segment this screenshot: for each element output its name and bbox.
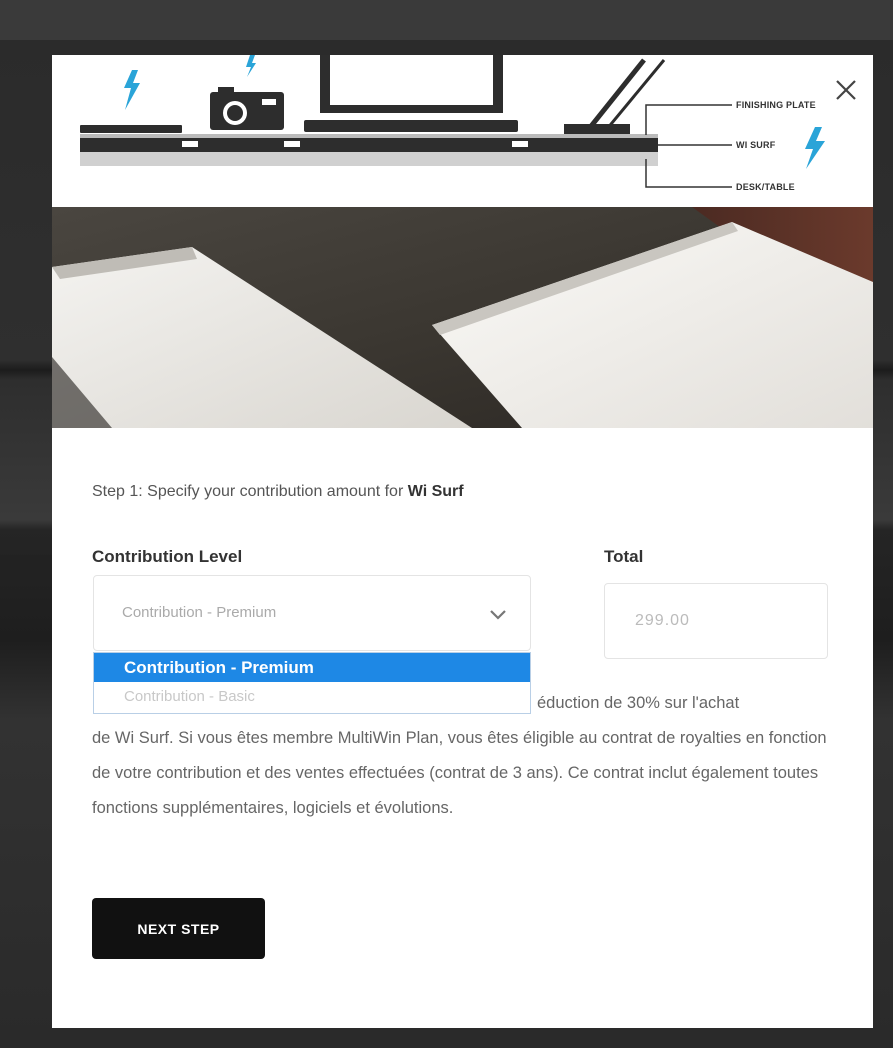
step-instruction-text: Step 1: Specify your contribution amount… [92, 483, 408, 500]
product-photo [52, 207, 873, 428]
step-product-name: Wi Surf [407, 483, 464, 500]
contribution-modal: FINISHING PLATE WI SURF DESK/TABLE Step … [52, 55, 873, 1028]
total-value: 299.00 [635, 612, 690, 629]
total-field: 299.00 [604, 583, 828, 659]
select-current-value: Contribution - Premium [122, 604, 277, 621]
option-basic[interactable]: Contribution - Basic [94, 682, 530, 711]
backdrop-strip [0, 555, 60, 575]
total-label: Total [604, 547, 644, 566]
product-diagram: FINISHING PLATE WI SURF DESK/TABLE [52, 55, 873, 207]
contribution-level-select[interactable]: Contribution - Premium [93, 575, 531, 651]
camera-icon [210, 87, 284, 130]
next-step-button[interactable]: NEXT STEP [92, 898, 265, 959]
contribution-level-label: Contribution Level [92, 547, 243, 566]
label-desk-table: DESK/TABLE [736, 182, 795, 192]
close-button[interactable] [833, 77, 859, 103]
description-body: de Wi Surf. Si vous êtes membre MultiWin… [92, 729, 827, 817]
step-instruction: Step 1: Specify your contribution amount… [92, 483, 464, 501]
contribution-options-list: Contribution - Premium Contribution - Ba… [93, 652, 531, 714]
lightning-bolt-icon [124, 70, 140, 110]
chevron-down-icon [490, 610, 506, 620]
option-premium[interactable]: Contribution - Premium [94, 653, 530, 682]
close-icon [836, 80, 856, 100]
label-wi-surf: WI SURF [736, 140, 776, 150]
label-finishing-plate: FINISHING PLATE [736, 100, 816, 110]
